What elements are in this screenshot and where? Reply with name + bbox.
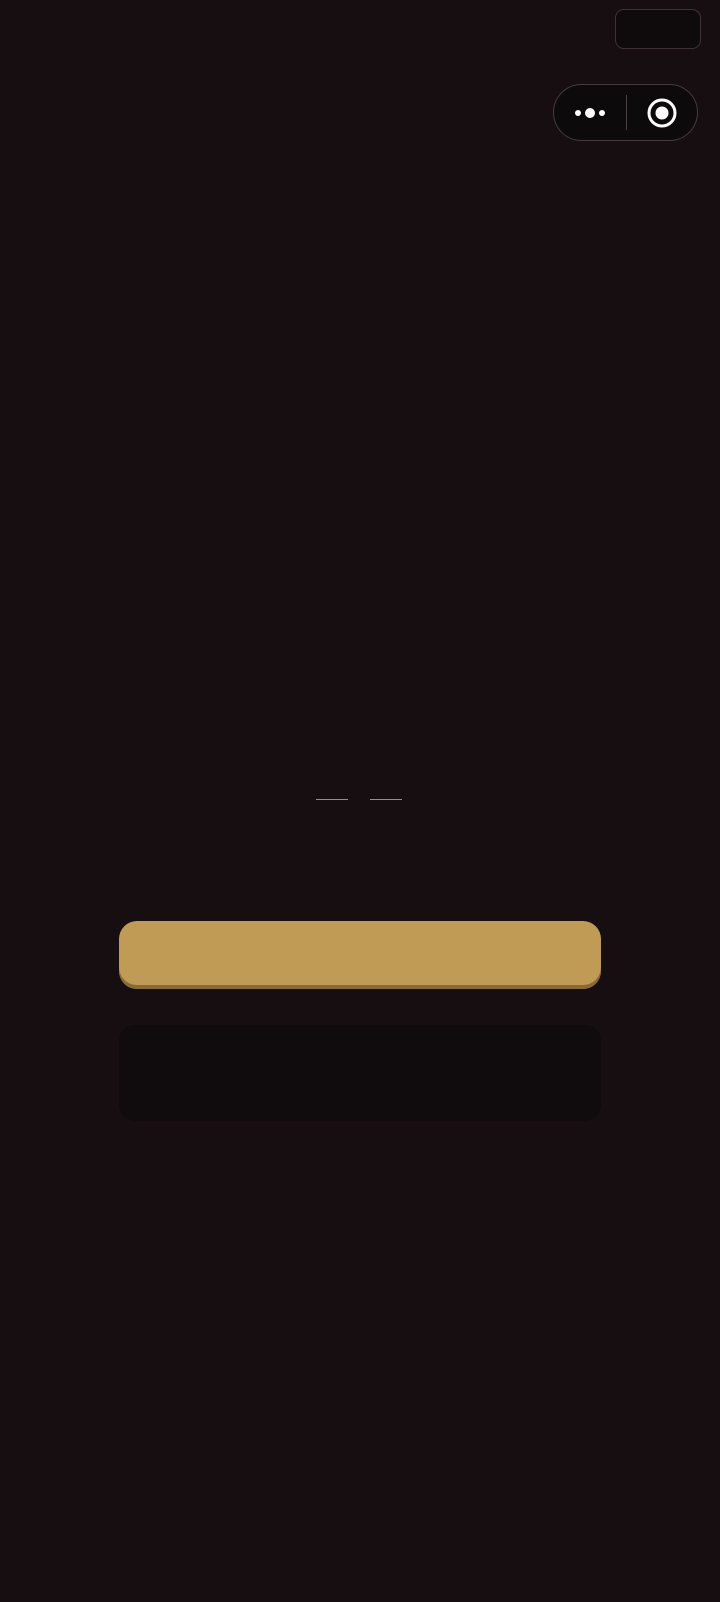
capsule-more-button[interactable] [554, 85, 626, 140]
secondary-action-button[interactable] [119, 1025, 601, 1121]
top-right-slot[interactable] [615, 9, 701, 49]
miniprogram-capsule [553, 84, 698, 141]
tab-first[interactable] [316, 782, 348, 800]
capsule-close-button[interactable] [627, 85, 697, 140]
tab-second-underline [370, 799, 402, 800]
tab-second[interactable] [370, 782, 402, 800]
more-dots-icon [575, 107, 605, 118]
primary-action-button[interactable] [119, 921, 601, 989]
target-close-icon [647, 98, 677, 127]
tab-bar [316, 782, 404, 800]
tab-first-underline [316, 799, 348, 800]
app-screen [0, 0, 720, 1602]
